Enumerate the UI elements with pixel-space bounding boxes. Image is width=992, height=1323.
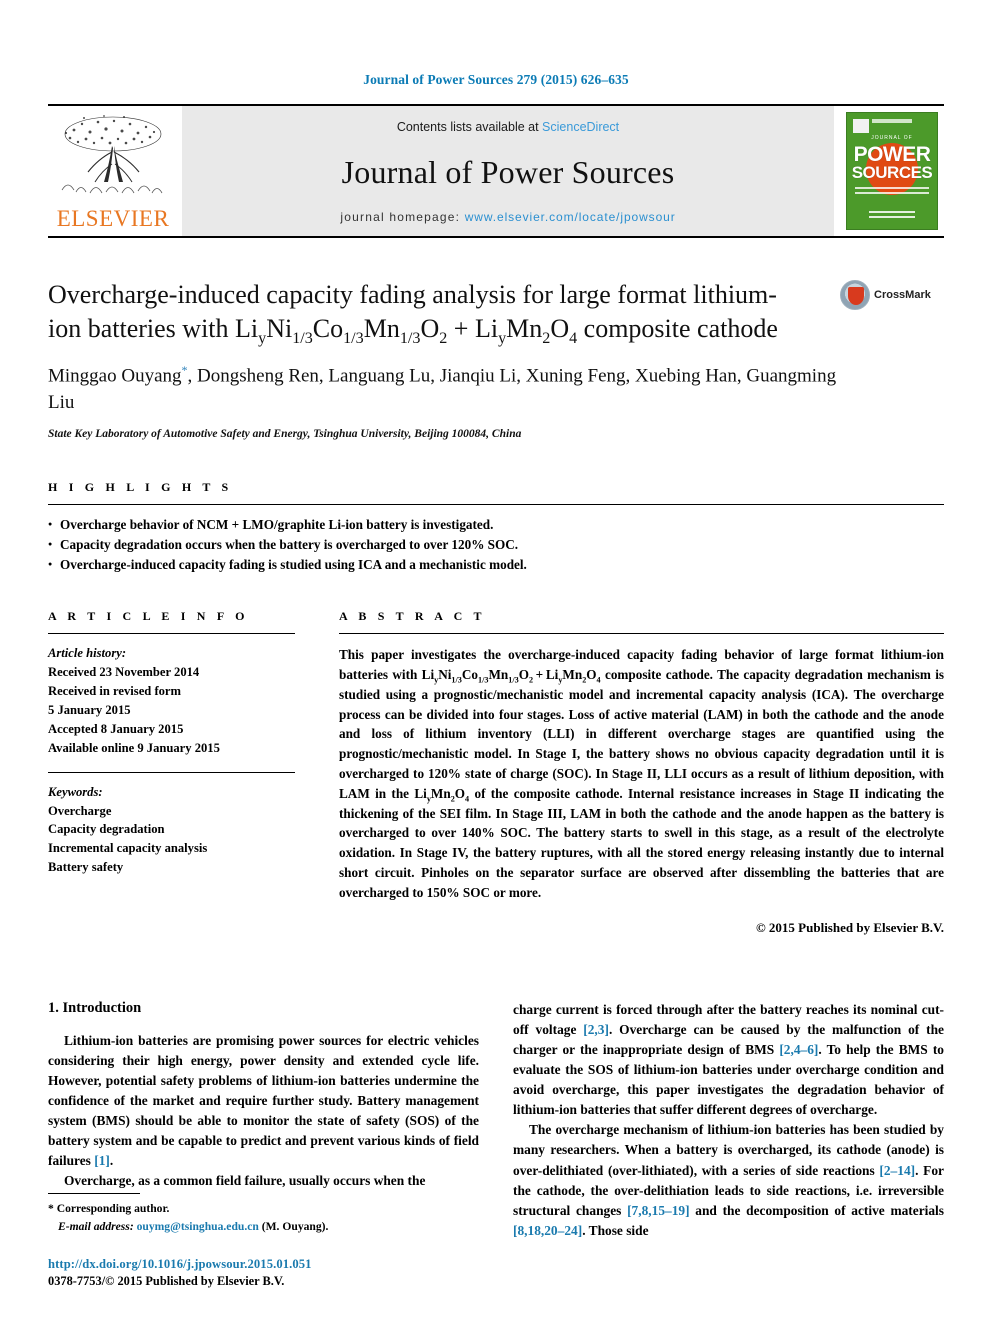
journal-homepage-line: journal homepage: www.elsevier.com/locat…: [340, 210, 675, 224]
elsevier-wordmark: ELSEVIER: [56, 206, 170, 231]
citation-ref[interactable]: [1]: [94, 1153, 110, 1168]
email-link[interactable]: ouymg@tsinghua.edu.cn: [137, 1220, 259, 1233]
keywords-label: Keywords:: [48, 784, 103, 799]
body-column-right: charge current is forced through after t…: [513, 1000, 944, 1241]
cover-top-band: [872, 119, 912, 123]
page-footer: * Corresponding author. E-mail address: …: [48, 1193, 478, 1289]
homepage-prefix: journal homepage:: [340, 210, 465, 224]
article-page: Journal of Power Sources 279 (2015) 626–…: [0, 0, 992, 1323]
doi-link[interactable]: http://dx.doi.org/10.1016/j.jpowsour.201…: [48, 1257, 478, 1272]
list-item: Capacity degradation occurs when the bat…: [48, 535, 944, 555]
affiliation: State Key Laboratory of Automotive Safet…: [48, 428, 522, 441]
highlights-list: Overcharge behavior of NCM + LMO/graphit…: [48, 515, 944, 575]
page-title: Overcharge-induced capacity fading analy…: [48, 280, 778, 347]
elsevier-logo: ELSEVIER: [48, 106, 178, 236]
corresponding-author-text: * Corresponding author.: [48, 1202, 170, 1216]
keyword-item: Overcharge: [48, 803, 112, 818]
article-history-group: Article history: Received 23 November 20…: [48, 644, 295, 757]
author-list: Minggao Ouyang*, Dongsheng Ren, Languang…: [48, 362, 837, 413]
intro-paragraph-3: charge current is forced through after t…: [513, 1001, 944, 1118]
abstract-text: This paper investigates the overcharge-i…: [339, 647, 944, 900]
abstract-divider: [339, 633, 944, 635]
keywords-group: Keywords: Overcharge Capacity degradatio…: [48, 783, 295, 877]
masthead-center: Contents lists available at ScienceDirec…: [182, 106, 834, 236]
citation-ref[interactable]: [7,8,15–19]: [627, 1203, 689, 1218]
highlights-section: H I G H L I G H T S Overcharge behavior …: [48, 480, 944, 575]
list-item: Overcharge behavior of NCM + LMO/graphit…: [48, 515, 944, 535]
cover-journal-of-label: JOURNAL OF: [871, 135, 913, 141]
list-item: Overcharge-induced capacity fading is st…: [48, 555, 944, 575]
intro-paragraph-2: Overcharge, as a common field failure, u…: [64, 1173, 426, 1189]
citation-ref[interactable]: [2–14]: [879, 1163, 915, 1178]
title-block: CrossMark Overcharge-induced capacity fa…: [48, 278, 944, 440]
keyword-item: Capacity degradation: [48, 822, 165, 837]
abstract-copyright: © 2015 Published by Elsevier B.V.: [755, 919, 944, 935]
article-info-divider: [48, 633, 295, 635]
article-info-heading: A R T I C L E I N F O: [48, 609, 249, 624]
crossmark-icon: [840, 280, 870, 310]
journal-cover-image: JOURNAL OF POWER SOURCES: [846, 112, 938, 230]
journal-title: Journal of Power Sources: [341, 153, 675, 190]
elsevier-tree-icon: [61, 115, 163, 194]
citation-ref[interactable]: [2,3]: [583, 1022, 609, 1037]
citation-ref[interactable]: [8,18,20–24]: [513, 1223, 582, 1238]
article-history-item: Received 23 November 2014: [48, 665, 200, 680]
intro-paragraph-4: The overcharge mechanism of lithium-ion …: [513, 1122, 944, 1238]
keyword-item: Incremental capacity analysis: [48, 841, 208, 856]
abstract-heading: A B S T R A C T: [339, 609, 486, 624]
sciencedirect-link[interactable]: ScienceDirect: [542, 120, 619, 134]
cover-word-sources: SOURCES: [851, 163, 933, 182]
section-heading-introduction: 1. Introduction: [48, 999, 142, 1016]
running-head: Journal of Power Sources 279 (2015) 626–…: [363, 72, 629, 87]
keyword-item: Battery safety: [48, 860, 124, 875]
crossmark-label: CrossMark: [874, 289, 931, 301]
cover-footer-lines: [847, 208, 937, 221]
doi-block: http://dx.doi.org/10.1016/j.jpowsour.201…: [48, 1257, 478, 1289]
cover-blurb-lines: [855, 187, 929, 199]
article-history-label: Article history:: [48, 646, 127, 661]
article-info-section: A R T I C L E I N F O Article history: R…: [48, 609, 295, 935]
issn-copyright: 0378-7753/© 2015 Published by Elsevier B…: [48, 1274, 285, 1288]
highlights-divider: [48, 504, 944, 506]
footnote-rule: [48, 1193, 140, 1195]
email-label: E-mail address:: [58, 1219, 134, 1233]
article-history-item: 5 January 2015: [48, 702, 131, 717]
crossmark-badge[interactable]: CrossMark: [840, 280, 944, 310]
email-line: E-mail address: ouymg@tsinghua.edu.cn (M…: [48, 1218, 478, 1235]
journal-masthead: ELSEVIER Contents lists available at Sci…: [48, 104, 944, 238]
journal-homepage-link[interactable]: www.elsevier.com/locate/jpowsour: [465, 210, 676, 224]
email-suffix: (M. Ouyang).: [261, 1219, 329, 1233]
journal-cover-cell: JOURNAL OF POWER SOURCES: [840, 106, 944, 236]
abstract-section: A B S T R A C T This paper investigates …: [339, 609, 944, 935]
citation-ref[interactable]: [2,4–6]: [779, 1042, 818, 1057]
contents-available-line: Contents lists available at ScienceDirec…: [397, 120, 619, 134]
corresponding-author-note: * Corresponding author. E-mail address: …: [48, 1200, 478, 1235]
article-history-item: Available online 9 January 2015: [48, 740, 220, 755]
contents-prefix: Contents lists available at: [396, 120, 543, 134]
cover-elsevier-mark-icon: [853, 119, 869, 133]
keywords-divider: [48, 771, 295, 773]
article-history-item: Received in revised form: [48, 684, 182, 699]
corresponding-author-marker: *: [181, 362, 188, 377]
info-abstract-row: A R T I C L E I N F O Article history: R…: [48, 609, 944, 935]
highlights-heading: H I G H L I G H T S: [48, 480, 233, 495]
intro-paragraph-1: Lithium-ion batteries are promising powe…: [48, 1032, 479, 1169]
article-history-item: Accepted 8 January 2015: [48, 721, 184, 736]
